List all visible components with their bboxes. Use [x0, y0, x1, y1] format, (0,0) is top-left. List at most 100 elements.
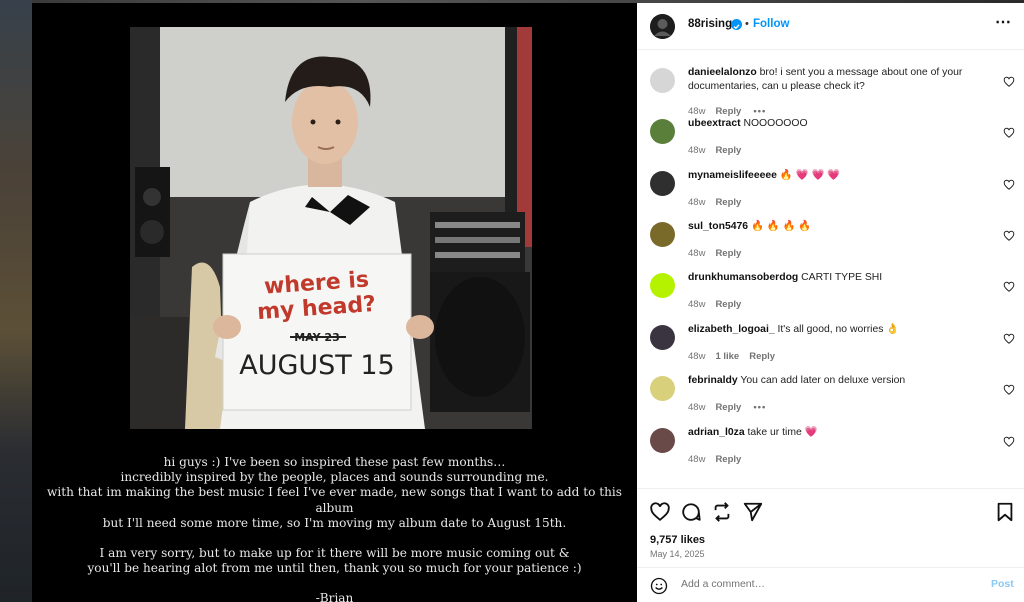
comment-text-block: elizabeth_logoai_ It's all good, no worr…	[688, 323, 988, 337]
studio-photo-illustration: where is my head? MAY 23 AUGUST 15	[130, 27, 532, 429]
comment-row[interactable]: ubeextract NOOOOOOO 48w Reply	[637, 115, 1024, 167]
comment-row[interactable]: adrian_l0za take ur time 💗 48w Reply	[637, 424, 1024, 476]
comment-like-heart-icon[interactable]	[1003, 76, 1015, 88]
reply-button[interactable]: Reply	[715, 248, 741, 259]
commenter-username[interactable]: ubeextract	[688, 118, 741, 129]
commenter-username[interactable]: febrinaldy	[688, 375, 738, 386]
commenter-avatar[interactable]	[650, 376, 675, 401]
comment-text-block: sul_ton5476 🔥 🔥 🔥 🔥	[688, 220, 988, 234]
account-avatar-image	[650, 14, 675, 39]
instagram-post-modal: where is my head? MAY 23 AUGUST 15 hi gu…	[0, 0, 1024, 602]
commenter-avatar[interactable]	[650, 119, 675, 144]
comment-timestamp[interactable]: 48w	[688, 454, 705, 465]
commenter-username[interactable]: drunkhumansoberdog	[688, 272, 798, 283]
post-photo: where is my head? MAY 23 AUGUST 15	[130, 27, 532, 429]
repost-icon[interactable]	[711, 501, 733, 523]
comment-row[interactable]: elizabeth_logoai_ It's all good, no worr…	[637, 321, 1024, 373]
comment-like-heart-icon[interactable]	[1003, 384, 1015, 396]
comment-like-heart-icon[interactable]	[1003, 281, 1015, 293]
sign-board: where is my head? MAY 23 AUGUST 15	[222, 253, 412, 411]
comment-timestamp[interactable]: 48w	[688, 402, 705, 413]
post-date[interactable]: May 14, 2025	[650, 549, 705, 559]
comment-body: take ur time 💗	[747, 427, 818, 438]
reply-button[interactable]: Reply	[715, 145, 741, 156]
likes-count[interactable]: 9,757 likes	[650, 534, 705, 546]
comment-composer: Add a comment… Post	[637, 567, 1024, 602]
comment-body: 🔥 💗 💗 💗	[779, 170, 841, 181]
comment-body: NOOOOOOO	[743, 118, 808, 129]
follow-button[interactable]: Follow	[753, 18, 789, 30]
commenter-avatar[interactable]	[650, 222, 675, 247]
comment-like-heart-icon[interactable]	[1003, 333, 1015, 345]
image-caption-text: hi guys :) I've been so inspired these p…	[32, 455, 637, 602]
like-heart-icon[interactable]	[649, 501, 671, 523]
comment-input[interactable]: Add a comment…	[681, 578, 765, 590]
commenter-username[interactable]: adrian_l0za	[688, 427, 745, 438]
comment-options-icon[interactable]: •••	[753, 402, 766, 413]
caption-line: with that im making the best music I fee…	[47, 485, 622, 515]
caption-line: but I'll need some more time, so I'm mov…	[102, 515, 567, 530]
comment-meta: 48w Reply	[688, 299, 741, 310]
commenter-avatar[interactable]	[650, 325, 675, 350]
comment-timestamp[interactable]: 48w	[688, 351, 705, 362]
comment-like-heart-icon[interactable]	[1003, 127, 1015, 139]
comment-row[interactable]: drunkhumansoberdog CARTI TYPE SHI 48w Repl…	[637, 269, 1024, 321]
comment-text-block: danieelalonzo bro! i sent you a message …	[688, 66, 988, 93]
reply-button[interactable]: Reply	[715, 402, 741, 413]
comment-meta: 48w 1 like Reply	[688, 351, 775, 362]
emoji-smile-icon[interactable]	[650, 577, 668, 595]
comment-meta: 48w Reply	[688, 145, 741, 156]
comment-bubble-icon[interactable]	[680, 501, 702, 523]
comment-body: CARTI TYPE SHI	[801, 272, 883, 283]
comment-row[interactable]: febrinaldy You can add later on deluxe v…	[637, 372, 1024, 424]
comment-meta: 48w Reply •••	[688, 402, 766, 413]
comment-text-block: febrinaldy You can add later on deluxe v…	[688, 374, 988, 388]
comment-body: It's all good, no worries 👌	[777, 324, 900, 335]
caption-line: hi guys :) I've been so inspired these p…	[163, 455, 506, 469]
account-username[interactable]: 88rising	[688, 18, 732, 30]
comment-like-heart-icon[interactable]	[1003, 179, 1015, 191]
comment-like-heart-icon[interactable]	[1003, 436, 1015, 448]
commenter-avatar[interactable]	[650, 273, 675, 298]
commenter-username[interactable]: sul_ton5476	[688, 221, 748, 232]
share-send-icon[interactable]	[742, 501, 764, 523]
post-header: 88rising • Follow ⋯	[637, 3, 1024, 50]
comment-body: You can add later on deluxe version	[740, 375, 906, 386]
sign-new-date: AUGUST 15	[239, 350, 395, 381]
comment-row[interactable]: sul_ton5476 🔥 🔥 🔥 🔥 48w Reply	[637, 218, 1024, 270]
reply-button[interactable]: Reply	[749, 351, 775, 362]
post-comment-button[interactable]: Post	[991, 578, 1014, 590]
comment-meta: 48w Reply	[688, 454, 741, 465]
background-feed-strip	[0, 0, 32, 602]
commenter-username[interactable]: mynameislifeeeee	[688, 170, 777, 181]
more-options-icon[interactable]: ⋯	[995, 12, 1012, 32]
commenter-username[interactable]: elizabeth_logoai_	[688, 324, 775, 335]
comment-timestamp[interactable]: 48w	[688, 299, 705, 310]
account-avatar[interactable]	[650, 14, 675, 39]
post-side-panel: 88rising • Follow ⋯ danieelalonzo bro! i…	[637, 3, 1024, 602]
save-bookmark-icon[interactable]	[994, 501, 1016, 523]
comment-row[interactable]: danieelalonzo bro! i sent you a message …	[637, 64, 1024, 117]
comment-text-block: drunkhumansoberdog CARTI TYPE SHI	[688, 271, 988, 285]
comment-like-heart-icon[interactable]	[1003, 230, 1015, 242]
comment-timestamp[interactable]: 48w	[688, 145, 705, 156]
caption-line: incredibly inspired by the people, place…	[120, 470, 549, 485]
commenter-avatar[interactable]	[650, 68, 675, 93]
comment-timestamp[interactable]: 48w	[688, 248, 705, 259]
commenter-avatar[interactable]	[650, 171, 675, 196]
comment-meta: 48w Reply	[688, 197, 741, 208]
commenter-avatar[interactable]	[650, 428, 675, 453]
comment-row[interactable]: mynameislifeeeee 🔥 💗 💗 💗 48w Reply	[637, 167, 1024, 219]
comment-meta: 48w Reply	[688, 248, 741, 259]
reply-button[interactable]: Reply	[715, 454, 741, 465]
caption-line: -Brian	[315, 591, 354, 602]
comment-like-count[interactable]: 1 like	[715, 351, 739, 362]
comment-timestamp[interactable]: 48w	[688, 197, 705, 208]
caption-line: I am very sorry, but to make up for it t…	[99, 546, 570, 561]
reply-button[interactable]: Reply	[715, 299, 741, 310]
reply-button[interactable]: Reply	[715, 197, 741, 208]
caption-line: you'll be hearing alot from me until the…	[87, 561, 582, 576]
commenter-username[interactable]: danieelalonzo	[688, 67, 757, 78]
post-media[interactable]: where is my head? MAY 23 AUGUST 15 hi gu…	[32, 3, 637, 602]
